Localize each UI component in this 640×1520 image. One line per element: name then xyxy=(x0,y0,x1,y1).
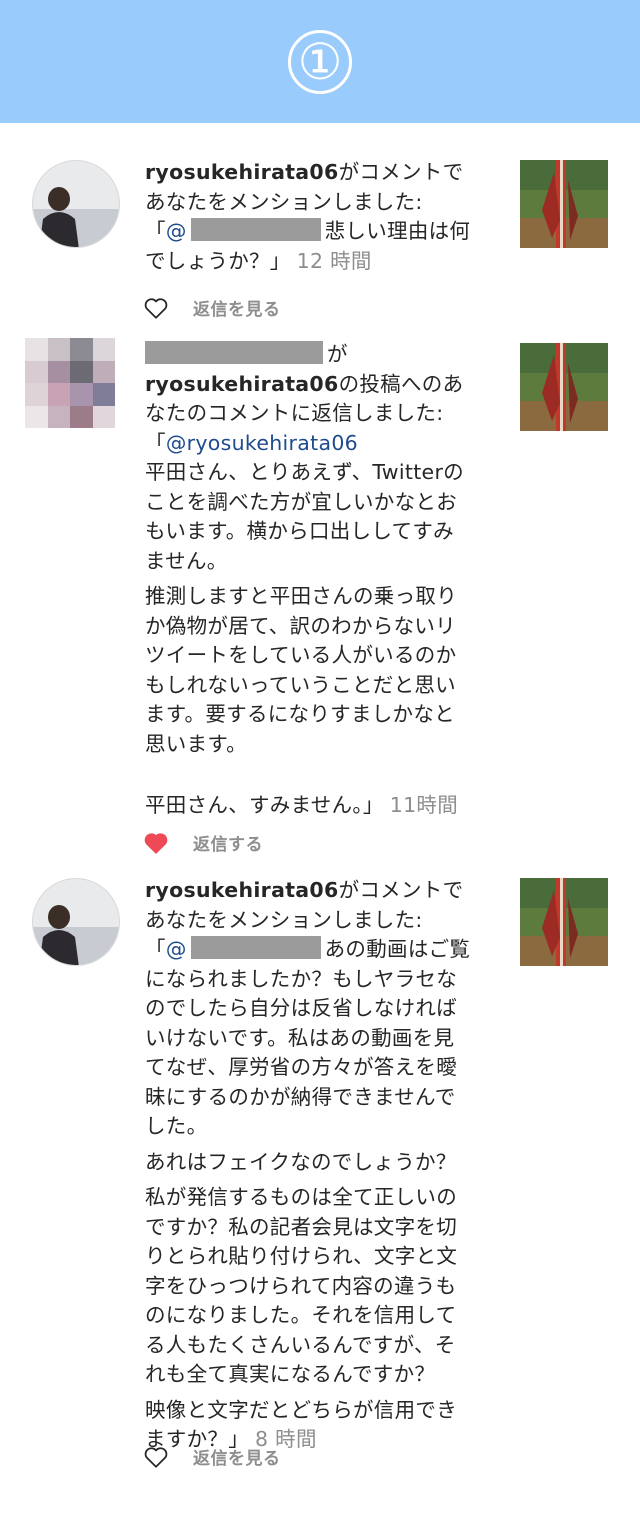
mention-link[interactable]: @ryosukehirata06 xyxy=(166,431,358,455)
username[interactable]: ryosukehirata06 xyxy=(145,160,339,184)
post-thumbnail[interactable] xyxy=(520,160,608,248)
notification-text: が ryosukehirata06の投稿へのあ なたのコメントに返信しました: … xyxy=(145,341,464,817)
heart-outline-icon[interactable] xyxy=(143,296,169,320)
post-image-icon xyxy=(520,343,608,431)
avatar[interactable] xyxy=(32,878,120,966)
notification-text: ryosukehirata06がコメントで あなたをメンションしました: 「@ 悲… xyxy=(145,160,471,273)
username[interactable]: ryosukehirata06 xyxy=(145,878,339,902)
profile-photo-icon xyxy=(33,161,119,247)
timestamp: 12 時間 xyxy=(296,248,372,273)
post-thumbnail[interactable] xyxy=(520,343,608,431)
avatar[interactable] xyxy=(32,160,120,248)
post-thumbnail[interactable] xyxy=(520,878,608,966)
mention-link[interactable]: @ xyxy=(166,219,187,243)
redacted-username xyxy=(190,936,321,959)
post-image-icon xyxy=(520,160,608,248)
timestamp: 11時間 xyxy=(389,793,459,817)
redacted-username xyxy=(145,341,323,364)
section-number: ① xyxy=(288,29,352,94)
redacted-username xyxy=(190,218,321,241)
heart-filled-icon[interactable] xyxy=(143,831,169,855)
profile-photo-icon xyxy=(33,879,119,965)
username[interactable]: ryosukehirata06 xyxy=(145,372,339,396)
view-replies-button[interactable]: 返信を見る xyxy=(193,1444,281,1469)
mention-link[interactable]: @ xyxy=(166,937,187,961)
heart-outline-icon[interactable] xyxy=(143,1445,169,1469)
post-image-icon xyxy=(520,878,608,966)
header-banner: ① xyxy=(0,0,640,123)
view-replies-button[interactable]: 返信を見る xyxy=(193,295,281,320)
reply-button[interactable]: 返信する xyxy=(193,830,263,855)
notification-text: ryosukehirata06がコメントで あなたをメンションしました: 「@ あ… xyxy=(145,878,471,1451)
avatar[interactable] xyxy=(25,338,115,428)
